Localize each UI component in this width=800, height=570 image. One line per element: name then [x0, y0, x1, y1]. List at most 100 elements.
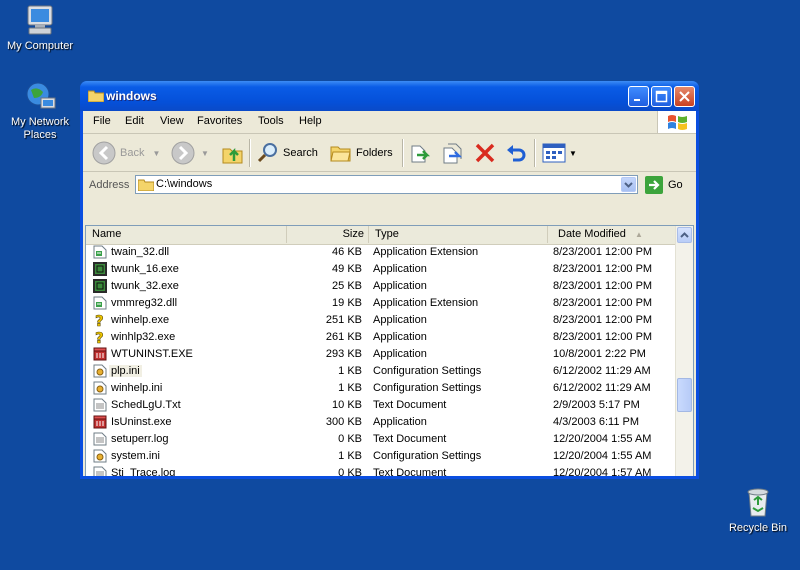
- file-size: 1 KB: [338, 450, 362, 462]
- menu-tools[interactable]: Tools: [258, 115, 284, 127]
- text-file-icon: [93, 466, 107, 476]
- windows-logo-icon: [657, 111, 696, 133]
- close-button[interactable]: [674, 86, 695, 107]
- views-button[interactable]: ▼: [541, 140, 577, 166]
- file-size: 261 KB: [325, 331, 362, 343]
- file-row[interactable]: winhelp.ini 1 KB Configuration Settings 6/1…: [86, 380, 678, 397]
- settings-file-icon: [93, 449, 107, 463]
- file-size: 251 KB: [325, 314, 362, 326]
- column-header-date-modified[interactable]: Date Modified ▲: [548, 226, 678, 243]
- file-name: twunk_32.exe: [111, 280, 179, 292]
- desktop-icon-label: Recycle Bin: [728, 522, 788, 534]
- file-date: 6/12/2002 11:29 AM: [553, 365, 651, 377]
- file-size: 300 KB: [325, 416, 362, 428]
- desktop-icon-my-computer[interactable]: My Computer: [0, 4, 80, 53]
- move-to-button[interactable]: [409, 140, 433, 166]
- file-row[interactable]: WTUNINST.EXE 293 KB Application 10/8/2001 2…: [86, 346, 678, 363]
- title-bar[interactable]: windows: [80, 81, 699, 111]
- desktop-icon-label: My Computer: [6, 40, 74, 52]
- address-label: Address: [89, 179, 130, 191]
- app-file-icon: [93, 262, 107, 276]
- file-type: Application: [373, 263, 427, 275]
- delete-button[interactable]: [473, 140, 497, 166]
- forward-button[interactable]: ▼: [171, 140, 209, 166]
- menu-file[interactable]: File: [93, 115, 111, 127]
- file-type: Text Document: [373, 399, 447, 411]
- text-file-icon: [93, 398, 107, 412]
- go-arrow-icon: [645, 176, 663, 194]
- file-type: Text Document: [373, 467, 447, 476]
- file-date: 12/20/2004 1:55 AM: [553, 433, 652, 445]
- file-name: twunk_16.exe: [111, 263, 179, 275]
- go-button[interactable]: Go: [645, 176, 683, 194]
- column-header-type-label: Type: [375, 228, 399, 240]
- column-header-type[interactable]: Type: [369, 226, 548, 243]
- file-name: system.ini: [111, 450, 160, 462]
- desktop-icon-my-network-places[interactable]: My Network Places: [0, 80, 80, 142]
- file-row[interactable]: plp.ini 1 KB Configuration Settings 6/12/20…: [86, 363, 678, 380]
- address-input[interactable]: C:\windows: [135, 175, 638, 194]
- minimize-button[interactable]: [628, 86, 649, 107]
- address-dropdown-button[interactable]: [621, 177, 636, 192]
- menu-help[interactable]: Help: [299, 115, 322, 127]
- file-type: Application: [373, 280, 427, 292]
- file-date: 8/23/2001 12:00 PM: [553, 280, 653, 292]
- column-header-name-label: Name: [92, 228, 122, 240]
- chevron-down-icon: ▼: [201, 148, 209, 158]
- menu-view[interactable]: View: [160, 115, 184, 127]
- file-name: Sti_Trace.log: [111, 467, 176, 476]
- search-icon: [257, 143, 277, 163]
- file-date: 8/23/2001 12:00 PM: [553, 297, 653, 309]
- search-label: Search: [283, 147, 318, 159]
- column-header-name[interactable]: Name: [86, 226, 287, 243]
- file-size: 25 KB: [332, 280, 362, 292]
- up-folder-icon: [222, 147, 243, 164]
- file-type: Application Extension: [373, 297, 479, 309]
- file-name: winhelp.exe: [111, 314, 170, 326]
- file-row[interactable]: system.ini 1 KB Configuration Settings 12/2…: [86, 448, 678, 465]
- chevron-down-icon: ▼: [569, 148, 577, 158]
- file-row[interactable]: SchedLgU.Txt 10 KB Text Document 2/9/2003 5…: [86, 397, 678, 414]
- file-size: 10 KB: [332, 399, 362, 411]
- chevron-up-icon: [680, 232, 689, 238]
- up-folder-button[interactable]: [221, 140, 245, 166]
- back-button[interactable]: Back ▼: [92, 140, 160, 166]
- file-size: 46 KB: [332, 246, 362, 258]
- maximize-button[interactable]: [651, 86, 672, 107]
- file-row[interactable]: IsUninst.exe 300 KB Application 4/3/2003 6:…: [86, 414, 678, 431]
- file-row[interactable]: Sti_Trace.log 0 KB Text Document 12/20/2004…: [86, 465, 678, 476]
- sort-ascending-icon: ▲: [634, 230, 643, 239]
- menu-edit[interactable]: Edit: [125, 115, 144, 127]
- menu-favorites[interactable]: Favorites: [197, 115, 242, 127]
- file-size: 49 KB: [332, 263, 362, 275]
- file-row[interactable]: setuperr.log 0 KB Text Document 12/20/2004 …: [86, 431, 678, 448]
- desktop-icon-recycle-bin[interactable]: Recycle Bin: [718, 486, 798, 535]
- file-row[interactable]: vmmreg32.dll 19 KB Application Extension 8/…: [86, 295, 678, 312]
- file-list[interactable]: Name Size Type Date Modified ▲ twain_32.…: [85, 225, 694, 476]
- copy-to-icon: [443, 143, 463, 164]
- dll-file-icon: [93, 296, 107, 310]
- vertical-scrollbar[interactable]: [675, 226, 693, 476]
- file-type: Application: [373, 416, 427, 428]
- file-size: 0 KB: [338, 467, 362, 476]
- settings-file-icon: [93, 381, 107, 395]
- file-row[interactable]: ? winhelp.exe 251 KB Application 8/23/2001 1…: [86, 312, 678, 331]
- scroll-up-button[interactable]: [677, 227, 692, 243]
- file-date: 10/8/2001 2:22 PM: [553, 348, 646, 360]
- file-row[interactable]: twain_32.dll 46 KB Application Extension 8/…: [86, 244, 678, 261]
- folders-button[interactable]: Folders: [329, 140, 393, 166]
- scrollbar-thumb[interactable]: [677, 378, 692, 412]
- file-type: Text Document: [373, 433, 447, 445]
- file-row[interactable]: twunk_32.exe 25 KB Application 8/23/2001 12…: [86, 278, 678, 295]
- move-to-icon: [411, 145, 431, 163]
- column-header-size[interactable]: Size: [287, 226, 369, 243]
- copy-to-button[interactable]: [441, 140, 465, 166]
- explorer-window: windows File Edit View Favorites Tools H…: [80, 81, 699, 479]
- file-date: 8/23/2001 12:00 PM: [553, 314, 653, 326]
- file-row[interactable]: twunk_16.exe 49 KB Application 8/23/2001 12…: [86, 261, 678, 278]
- file-row[interactable]: ? winhlp32.exe 261 KB Application 8/23/2001 …: [86, 329, 678, 348]
- help-file-icon: ?: [93, 329, 107, 348]
- undo-button[interactable]: [504, 140, 528, 166]
- address-value: C:\windows: [156, 178, 213, 190]
- search-button[interactable]: Search: [256, 140, 318, 166]
